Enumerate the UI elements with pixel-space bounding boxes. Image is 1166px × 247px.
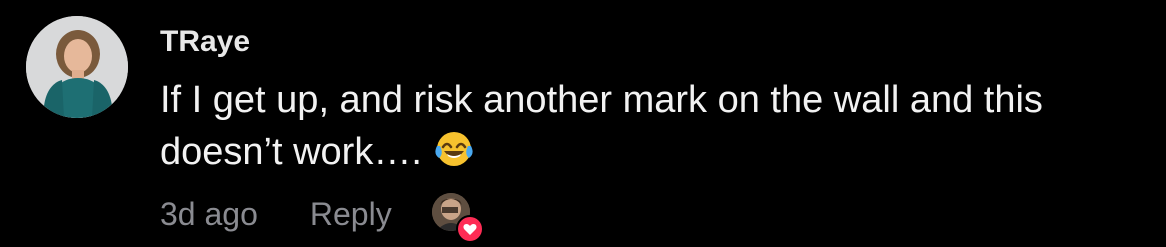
comment-username[interactable]: TRaye — [160, 20, 1150, 64]
comment-body: TRaye If I get up, and risk another mark… — [160, 20, 1150, 178]
comment-timestamp: 3d ago — [160, 195, 258, 232]
face-with-tears-of-joy-icon — [434, 130, 474, 168]
comment-text-content: If I get up, and risk another mark on th… — [160, 79, 1043, 173]
comment-text: If I get up, and risk another mark on th… — [160, 74, 1150, 178]
reply-button[interactable]: Reply — [310, 196, 392, 233]
comment-meta: 3d ago Reply — [160, 192, 484, 243]
user-avatar[interactable] — [26, 16, 128, 118]
comment-item: TRaye If I get up, and risk another mark… — [0, 0, 1166, 247]
avatar-photo — [26, 16, 128, 118]
creator-liked-indicator — [431, 193, 484, 243]
heart-icon — [455, 215, 484, 243]
